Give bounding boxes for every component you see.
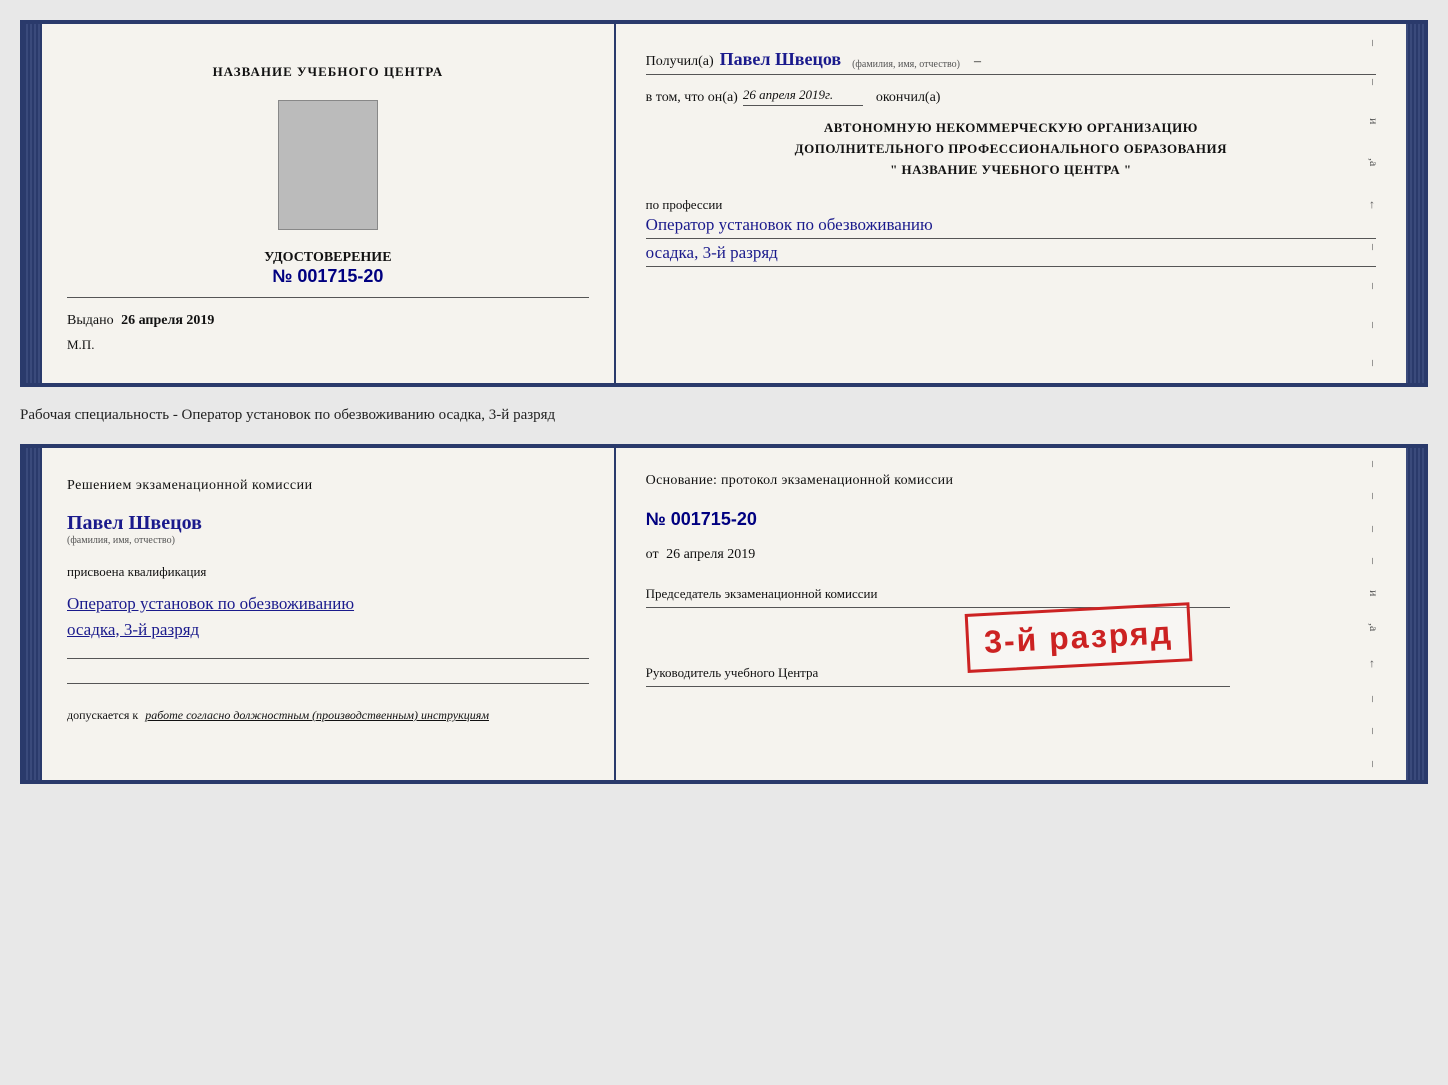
bottom-spine-left	[24, 448, 42, 780]
basis-title: Основание: протокол экзаменационной коми…	[646, 473, 1376, 489]
stamp: 3-й разряд	[964, 602, 1192, 673]
top-doc-right-panel: Получил(а) Павел Швецов (фамилия, имя, о…	[616, 24, 1406, 383]
between-label: Рабочая специальность - Оператор установ…	[20, 405, 1428, 426]
bottom-document: Решением экзаменационной комиссии Павел …	[20, 444, 1428, 784]
chairman-block: Председатель экзаменационной комиссии	[646, 585, 1376, 612]
bottom-name-block: Павел Швецов (фамилия, имя, отчество)	[67, 512, 202, 546]
issued-line: Выдано 26 апреля 2019	[67, 313, 589, 329]
protocol-date: от 26 апреля 2019	[646, 547, 1376, 563]
bottom-right-decoration: – – – – и ,а ← – – –	[1366, 448, 1381, 780]
decision-title: Решением экзаменационной комиссии	[67, 478, 313, 494]
top-left-title: НАЗВАНИЕ УЧЕБНОГО ЦЕНТРА	[213, 64, 444, 80]
bottom-doc-left-panel: Решением экзаменационной комиссии Павел …	[42, 448, 616, 780]
top-document: НАЗВАНИЕ УЧЕБНОГО ЦЕНТРА УДОСТОВЕРЕНИЕ №…	[20, 20, 1428, 387]
head-sig-line	[646, 686, 1230, 687]
sig-line-1	[67, 658, 589, 659]
mp-label: М.П.	[67, 337, 589, 353]
recipient-line: Получил(а) Павел Швецов (фамилия, имя, о…	[646, 49, 1376, 75]
qualification-text: присвоена квалификация	[67, 564, 206, 580]
org-block: АВТОНОМНУЮ НЕКОММЕРЧЕСКУЮ ОРГАНИЗАЦИЮ ДО…	[646, 118, 1376, 180]
cert-number-block: УДОСТОВЕРЕНИЕ № 001715-20	[264, 250, 391, 287]
допуск-line: допускается к работе согласно должностны…	[67, 708, 489, 723]
profession-block: по профессии Оператор установок по обезв…	[646, 192, 1376, 267]
sig-line-2	[67, 683, 589, 684]
bottom-doc-right-panel: Основание: протокол экзаменационной коми…	[616, 448, 1406, 780]
spine-right	[1406, 24, 1424, 383]
profession-bottom: Оператор установок по обезвоживанию осад…	[67, 591, 354, 642]
cert-number: № 001715-20	[264, 266, 391, 287]
protocol-number: № 001715-20	[646, 509, 1376, 530]
cert-label: УДОСТОВЕРЕНИЕ	[264, 250, 391, 266]
bottom-spine-right	[1406, 448, 1424, 780]
spine-left	[24, 24, 42, 383]
confirm-line: в том, что он(а) 26 апреля 2019г. окончи…	[646, 87, 1376, 106]
photo-placeholder	[278, 100, 378, 230]
top-doc-left-panel: НАЗВАНИЕ УЧЕБНОГО ЦЕНТРА УДОСТОВЕРЕНИЕ №…	[42, 24, 616, 383]
